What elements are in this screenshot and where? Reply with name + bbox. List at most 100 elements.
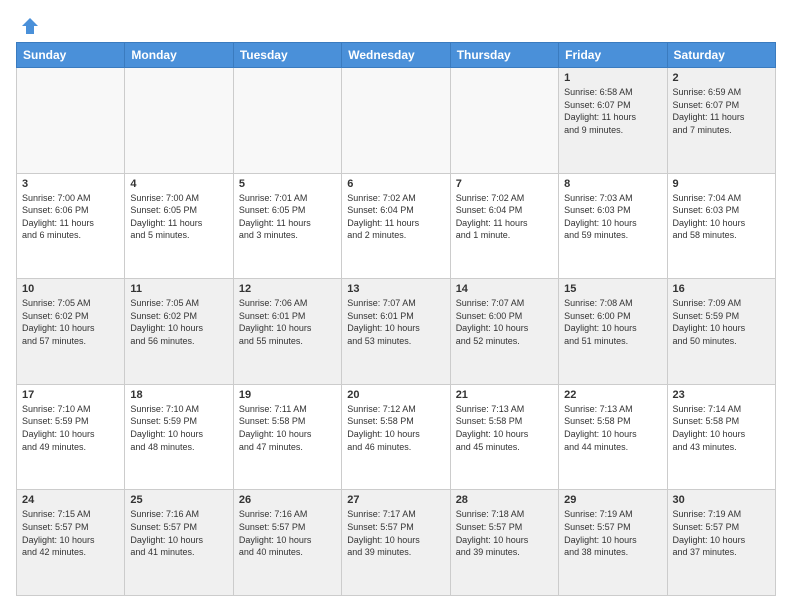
day-info: Sunrise: 7:06 AM Sunset: 6:01 PM Dayligh…	[239, 297, 336, 347]
day-number: 14	[456, 283, 553, 295]
calendar-cell: 15 Sunrise: 7:08 AM Sunset: 6:00 PM Dayli…	[559, 279, 667, 385]
day-number: 2	[673, 72, 770, 84]
day-number: 20	[347, 389, 444, 401]
calendar-cell: 4 Sunrise: 7:00 AM Sunset: 6:05 PM Daylig…	[125, 173, 233, 279]
calendar-cell: 30 Sunrise: 7:19 AM Sunset: 5:57 PM Dayli…	[667, 490, 775, 596]
calendar-cell: 2Sunrise: 6:59 AM Sunset: 6:07 PM Daylig…	[667, 68, 775, 174]
day-info: Sunrise: 7:04 AM Sunset: 6:03 PM Dayligh…	[673, 192, 770, 242]
day-info: Sunrise: 7:19 AM Sunset: 5:57 PM Dayligh…	[564, 508, 661, 558]
day-number: 6	[347, 178, 444, 190]
day-info: Sunrise: 7:09 AM Sunset: 5:59 PM Dayligh…	[673, 297, 770, 347]
day-number: 7	[456, 178, 553, 190]
day-number: 15	[564, 283, 661, 295]
weekday-header-wednesday: Wednesday	[342, 43, 450, 68]
day-info: Sunrise: 7:03 AM Sunset: 6:03 PM Dayligh…	[564, 192, 661, 242]
calendar-cell: 26Sunrise: 7:16 AM Sunset: 5:57 PM Dayli…	[233, 490, 341, 596]
day-info: Sunrise: 7:17 AM Sunset: 5:57 PM Dayligh…	[347, 508, 444, 558]
calendar-cell: 29 Sunrise: 7:19 AM Sunset: 5:57 PM Dayli…	[559, 490, 667, 596]
calendar-week-row: 1Sunrise: 6:58 AM Sunset: 6:07 PM Daylig…	[17, 68, 776, 174]
day-info: Sunrise: 7:07 AM Sunset: 6:01 PM Dayligh…	[347, 297, 444, 347]
weekday-header-sunday: Sunday	[17, 43, 125, 68]
calendar-cell: 11 Sunrise: 7:05 AM Sunset: 6:02 PM Dayli…	[125, 279, 233, 385]
day-number: 21	[456, 389, 553, 401]
day-number: 17	[22, 389, 119, 401]
day-info: Sunrise: 7:00 AM Sunset: 6:06 PM Dayligh…	[22, 192, 119, 242]
logo-icon	[20, 16, 40, 36]
calendar-cell: 21 Sunrise: 7:13 AM Sunset: 5:58 PM Dayli…	[450, 384, 558, 490]
day-info: Sunrise: 7:12 AM Sunset: 5:58 PM Dayligh…	[347, 403, 444, 453]
day-info: Sunrise: 7:19 AM Sunset: 5:57 PM Dayligh…	[673, 508, 770, 558]
calendar-cell: 28 Sunrise: 7:18 AM Sunset: 5:57 PM Dayli…	[450, 490, 558, 596]
day-info: Sunrise: 7:16 AM Sunset: 5:57 PM Dayligh…	[239, 508, 336, 558]
weekday-header-tuesday: Tuesday	[233, 43, 341, 68]
day-info: Sunrise: 7:05 AM Sunset: 6:02 PM Dayligh…	[22, 297, 119, 347]
calendar-cell: 17 Sunrise: 7:10 AM Sunset: 5:59 PM Dayli…	[17, 384, 125, 490]
calendar-cell: 19 Sunrise: 7:11 AM Sunset: 5:58 PM Dayli…	[233, 384, 341, 490]
day-number: 1	[564, 72, 661, 84]
day-info: Sunrise: 7:02 AM Sunset: 6:04 PM Dayligh…	[456, 192, 553, 242]
calendar-week-row: 24 Sunrise: 7:15 AM Sunset: 5:57 PM Dayli…	[17, 490, 776, 596]
day-number: 24	[22, 494, 119, 506]
day-number: 8	[564, 178, 661, 190]
day-number: 30	[673, 494, 770, 506]
weekday-header-row: SundayMondayTuesdayWednesdayThursdayFrid…	[17, 43, 776, 68]
calendar-cell	[342, 68, 450, 174]
day-info: Sunrise: 7:01 AM Sunset: 6:05 PM Dayligh…	[239, 192, 336, 242]
calendar-cell: 16Sunrise: 7:09 AM Sunset: 5:59 PM Dayli…	[667, 279, 775, 385]
day-number: 4	[130, 178, 227, 190]
calendar-cell: 7 Sunrise: 7:02 AM Sunset: 6:04 PM Daylig…	[450, 173, 558, 279]
day-number: 29	[564, 494, 661, 506]
day-number: 23	[673, 389, 770, 401]
day-info: Sunrise: 7:10 AM Sunset: 5:59 PM Dayligh…	[130, 403, 227, 453]
calendar-cell: 5 Sunrise: 7:01 AM Sunset: 6:05 PM Daylig…	[233, 173, 341, 279]
calendar-cell: 24 Sunrise: 7:15 AM Sunset: 5:57 PM Dayli…	[17, 490, 125, 596]
calendar: SundayMondayTuesdayWednesdayThursdayFrid…	[16, 42, 776, 596]
calendar-week-row: 17 Sunrise: 7:10 AM Sunset: 5:59 PM Dayli…	[17, 384, 776, 490]
calendar-week-row: 10 Sunrise: 7:05 AM Sunset: 6:02 PM Dayli…	[17, 279, 776, 385]
calendar-cell: 13Sunrise: 7:07 AM Sunset: 6:01 PM Dayli…	[342, 279, 450, 385]
weekday-header-monday: Monday	[125, 43, 233, 68]
weekday-header-friday: Friday	[559, 43, 667, 68]
day-number: 19	[239, 389, 336, 401]
calendar-cell: 20 Sunrise: 7:12 AM Sunset: 5:58 PM Dayli…	[342, 384, 450, 490]
day-info: Sunrise: 7:13 AM Sunset: 5:58 PM Dayligh…	[564, 403, 661, 453]
calendar-cell: 25Sunrise: 7:16 AM Sunset: 5:57 PM Dayli…	[125, 490, 233, 596]
day-info: Sunrise: 7:11 AM Sunset: 5:58 PM Dayligh…	[239, 403, 336, 453]
calendar-header: SundayMondayTuesdayWednesdayThursdayFrid…	[17, 43, 776, 68]
day-info: Sunrise: 7:05 AM Sunset: 6:02 PM Dayligh…	[130, 297, 227, 347]
calendar-cell	[17, 68, 125, 174]
day-info: Sunrise: 7:13 AM Sunset: 5:58 PM Dayligh…	[456, 403, 553, 453]
calendar-cell	[233, 68, 341, 174]
day-number: 28	[456, 494, 553, 506]
calendar-week-row: 3 Sunrise: 7:00 AM Sunset: 6:06 PM Daylig…	[17, 173, 776, 279]
day-info: Sunrise: 7:02 AM Sunset: 6:04 PM Dayligh…	[347, 192, 444, 242]
day-info: Sunrise: 7:10 AM Sunset: 5:59 PM Dayligh…	[22, 403, 119, 453]
day-info: Sunrise: 7:18 AM Sunset: 5:57 PM Dayligh…	[456, 508, 553, 558]
calendar-cell: 10 Sunrise: 7:05 AM Sunset: 6:02 PM Dayli…	[17, 279, 125, 385]
calendar-cell: 9Sunrise: 7:04 AM Sunset: 6:03 PM Daylig…	[667, 173, 775, 279]
calendar-cell: 18Sunrise: 7:10 AM Sunset: 5:59 PM Dayli…	[125, 384, 233, 490]
calendar-body: 1Sunrise: 6:58 AM Sunset: 6:07 PM Daylig…	[17, 68, 776, 596]
calendar-cell: 22Sunrise: 7:13 AM Sunset: 5:58 PM Dayli…	[559, 384, 667, 490]
day-number: 3	[22, 178, 119, 190]
day-number: 11	[130, 283, 227, 295]
weekday-header-thursday: Thursday	[450, 43, 558, 68]
weekday-header-saturday: Saturday	[667, 43, 775, 68]
day-info: Sunrise: 7:16 AM Sunset: 5:57 PM Dayligh…	[130, 508, 227, 558]
day-info: Sunrise: 7:00 AM Sunset: 6:05 PM Dayligh…	[130, 192, 227, 242]
day-number: 5	[239, 178, 336, 190]
day-number: 12	[239, 283, 336, 295]
calendar-cell: 23Sunrise: 7:14 AM Sunset: 5:58 PM Dayli…	[667, 384, 775, 490]
calendar-cell: 12 Sunrise: 7:06 AM Sunset: 6:01 PM Dayli…	[233, 279, 341, 385]
calendar-cell	[125, 68, 233, 174]
calendar-cell: 3 Sunrise: 7:00 AM Sunset: 6:06 PM Daylig…	[17, 173, 125, 279]
day-info: Sunrise: 7:07 AM Sunset: 6:00 PM Dayligh…	[456, 297, 553, 347]
logo	[16, 16, 40, 32]
day-info: Sunrise: 7:08 AM Sunset: 6:00 PM Dayligh…	[564, 297, 661, 347]
day-info: Sunrise: 7:15 AM Sunset: 5:57 PM Dayligh…	[22, 508, 119, 558]
calendar-cell: 14 Sunrise: 7:07 AM Sunset: 6:00 PM Dayli…	[450, 279, 558, 385]
page: SundayMondayTuesdayWednesdayThursdayFrid…	[0, 0, 792, 612]
header	[16, 16, 776, 32]
day-number: 10	[22, 283, 119, 295]
calendar-cell	[450, 68, 558, 174]
